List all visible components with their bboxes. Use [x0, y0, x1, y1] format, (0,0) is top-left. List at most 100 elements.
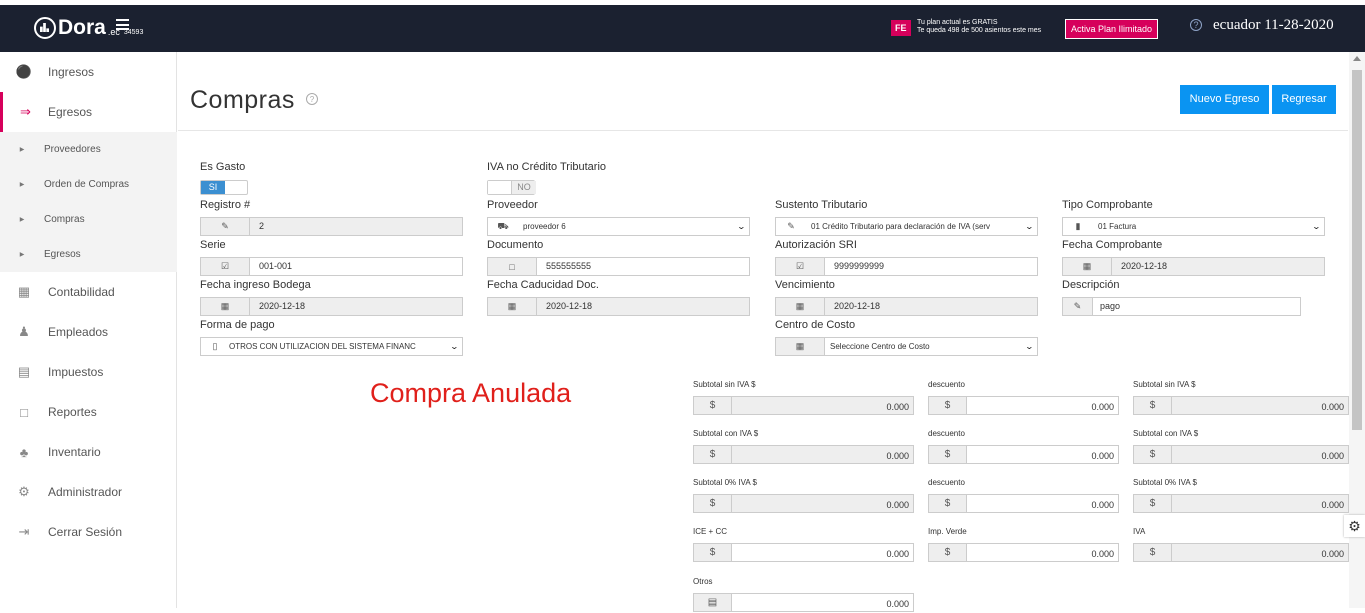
total-value: 0.000 — [1091, 402, 1114, 412]
registro-value: 2 — [250, 218, 462, 235]
settings-gear-icon[interactable]: ⚙ — [1344, 515, 1365, 537]
total-field[interactable]: $0.000 — [693, 445, 914, 464]
submenu-compras[interactable]: ▶ Compras — [0, 202, 177, 237]
forma-pago-value: OTROS CON UTILIZACION DEL SISTEMA FINANC — [229, 342, 416, 351]
registro-label: Registro # — [200, 199, 251, 211]
sidebar-item-label: Impuestos — [48, 365, 104, 379]
dollar-icon: $ — [929, 544, 967, 561]
total-value: 0.000 — [1172, 446, 1348, 463]
file-icon: ▮ — [1063, 218, 1093, 235]
dollar-icon: $ — [694, 397, 732, 414]
fecha-comprobante-field[interactable]: ▦ 2020-12-18 — [1062, 257, 1325, 276]
serie-field[interactable]: ☑ 001-001 — [200, 257, 463, 276]
otros-field[interactable]: ▤ 0.000 — [693, 593, 914, 612]
total-value: 0.000 — [886, 549, 909, 559]
page-title: Compras — [190, 86, 295, 114]
es-gasto-toggle[interactable]: SI — [200, 180, 248, 195]
sidebar-item-impuestos[interactable]: ▤ Impuestos — [0, 352, 177, 392]
sustento-select-value: 01 Crédito Tributario para declaración d… — [806, 218, 1037, 235]
edit-square-icon: ✎ — [1063, 298, 1093, 315]
submenu-orden-compras[interactable]: ▶ Orden de Compras — [0, 167, 177, 202]
fe-badge: FE — [891, 20, 911, 36]
caret-right-icon: ▶ — [19, 147, 25, 153]
sidebar-item-reportes[interactable]: □ Reportes — [0, 392, 177, 432]
top-navbar: Dora .ec 34593 FE Tu plan actual es GRAT… — [0, 0, 1365, 52]
total-field[interactable]: $0.000 — [693, 494, 914, 513]
total-field[interactable]: $0.000 — [1133, 543, 1349, 562]
tipo-comprobante-label: Tipo Comprobante — [1062, 199, 1153, 211]
help-icon[interactable]: ? — [1190, 19, 1202, 31]
toggle-off: NO — [512, 181, 536, 194]
submenu-egresos[interactable]: ▶ Egresos — [0, 237, 177, 272]
sidebar-item-administrador[interactable]: ⚙ Administrador — [0, 472, 177, 512]
toggle-knob — [488, 181, 512, 194]
dollar-icon: $ — [1134, 397, 1172, 414]
total-field[interactable]: $0.000 — [928, 396, 1119, 415]
total-value: 0.000 — [732, 495, 913, 512]
documento-label: Documento — [487, 239, 544, 251]
total-label: IVA — [1133, 527, 1146, 536]
iva-no-credito-label: IVA no Crédito Tributario — [487, 161, 607, 173]
logo-chart-icon — [34, 17, 56, 39]
tipo-comprobante-select[interactable]: ▮ 01 Factura ⌄ — [1062, 217, 1325, 236]
autorizacion-label: Autorización SRI — [775, 239, 857, 251]
dollar-icon: $ — [1134, 544, 1172, 561]
activate-plan-button[interactable]: Activa Plan Ilimitado — [1065, 19, 1159, 39]
total-field[interactable]: $0.000 — [928, 445, 1119, 464]
total-field[interactable]: $0.000 — [1133, 445, 1349, 464]
total-value: 0.000 — [1091, 549, 1114, 559]
fecha-caducidad-field[interactable]: ▦ 2020-12-18 — [487, 297, 750, 316]
total-label: Subtotal 0% IVA $ — [693, 478, 757, 487]
vencimiento-field[interactable]: ▦ 2020-12-18 — [775, 297, 1038, 316]
sidebar-item-ingresos[interactable]: ⚫ Ingresos — [0, 52, 177, 92]
total-value: 0.000 — [1172, 544, 1348, 561]
dollar-icon: $ — [694, 544, 732, 561]
pencil-icon: ✎ — [201, 218, 250, 235]
submenu-label: Proveedores — [44, 144, 101, 155]
descripcion-field[interactable]: ✎ pago — [1062, 297, 1301, 316]
serie-value: 001-001 — [259, 261, 293, 271]
scroll-up-icon[interactable] — [1353, 56, 1361, 61]
sidebar-item-cerrar-sesion[interactable]: ⇥ Cerrar Sesión — [0, 512, 177, 552]
fecha-comprobante-value: 2020-12-18 — [1112, 258, 1324, 275]
back-button[interactable]: Regresar — [1272, 85, 1336, 114]
sidebar-item-empleados[interactable]: ♟ Empleados — [0, 312, 177, 352]
chevron-down-icon: ⌄ — [449, 342, 460, 351]
chevron-down-icon: ⌄ — [736, 222, 747, 231]
autorizacion-field[interactable]: ☑ 9999999999 — [775, 257, 1038, 276]
total-field[interactable]: $0.000 — [928, 494, 1119, 513]
menu-toggle-icon[interactable] — [116, 19, 129, 30]
sidebar-item-contabilidad[interactable]: ▦ Contabilidad — [0, 272, 177, 312]
total-field[interactable]: $0.000 — [693, 396, 914, 415]
calendar-icon: ▦ — [776, 298, 825, 315]
forma-pago-select[interactable]: ▯ OTROS CON UTILIZACION DEL SISTEMA FINA… — [200, 337, 463, 356]
centro-costo-label: Centro de Costo — [775, 319, 856, 331]
total-field[interactable]: $0.000 — [693, 543, 914, 562]
total-field[interactable]: $0.000 — [1133, 494, 1349, 513]
sidebar-item-label: Cerrar Sesión — [48, 525, 123, 539]
sidebar-item-label: Contabilidad — [48, 285, 115, 299]
iva-no-credito-toggle[interactable]: NO — [487, 180, 536, 195]
fecha-bodega-field[interactable]: ▦ 2020-12-18 — [200, 297, 463, 316]
proveedor-select[interactable]: ⛟ proveedor 6 ⌄ — [487, 217, 750, 236]
sidebar-item-inventario[interactable]: ♣ Inventario — [0, 432, 177, 472]
proveedor-label: Proveedor — [487, 199, 538, 211]
documento-field[interactable]: □ 555555555 — [487, 257, 750, 276]
sidebar-item-egresos[interactable]: ⇒ Egresos — [0, 92, 177, 132]
centro-costo-select[interactable]: ▦ Seleccione Centro de Costo ⌄ — [775, 337, 1038, 356]
sustento-select[interactable]: ✎ 01 Crédito Tributario para declaración… — [775, 217, 1038, 236]
user-menu[interactable]: ecuador 11-28-2020 — [1213, 17, 1334, 34]
total-field[interactable]: $0.000 — [928, 543, 1119, 562]
submenu-label: Egresos — [44, 249, 81, 260]
help-circle-icon[interactable]: ? — [306, 93, 318, 105]
documento-value: 555555555 — [546, 261, 592, 271]
document-icon: □ — [488, 258, 537, 275]
total-field[interactable]: $0.000 — [1133, 396, 1349, 415]
new-egreso-button[interactable]: Nuevo Egreso — [1180, 85, 1269, 114]
dollar-icon: $ — [929, 446, 967, 463]
submenu-proveedores[interactable]: ▶ Proveedores — [0, 132, 177, 167]
scrollbar-thumb[interactable] — [1352, 70, 1362, 430]
transfer-icon: ⇒ — [20, 104, 31, 119]
forma-pago-label: Forma de pago — [200, 319, 275, 331]
caret-right-icon: ▶ — [19, 217, 25, 223]
